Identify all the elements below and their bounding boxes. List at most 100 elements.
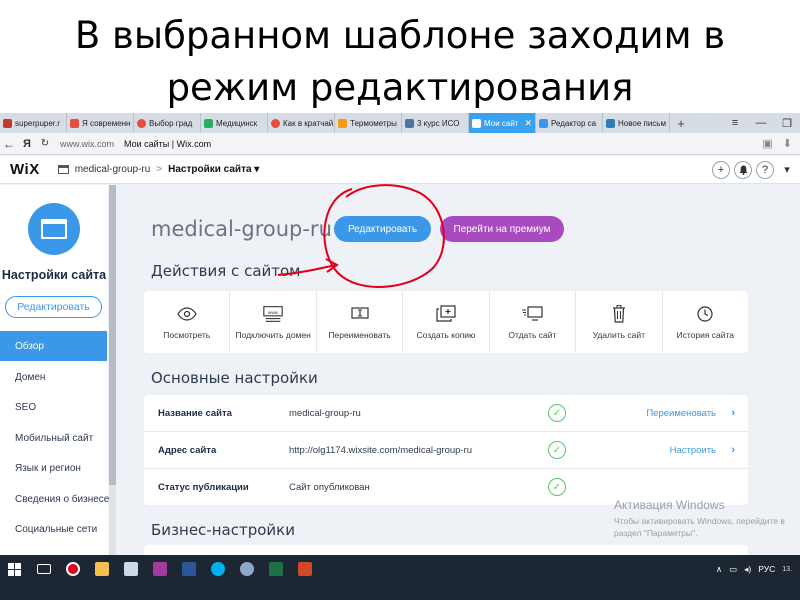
yandex-logo[interactable]: Я (18, 138, 36, 150)
action-connect-domain[interactable]: www Подключить домен (230, 291, 317, 353)
tab-favicon-icon (70, 118, 79, 128)
network-icon[interactable]: ▭ (729, 564, 737, 575)
slide-title-line1: В выбранном шаблоне заходим в (74, 14, 726, 57)
browser-tab-active[interactable]: Мои сайт ✕ (469, 113, 536, 133)
file-explorer-icon[interactable] (87, 555, 116, 583)
tab-favicon-icon (204, 118, 213, 128)
add-button[interactable]: + (712, 160, 730, 179)
address-bar: ← Я ↻ www.wix.com Мои сайты | Wix.com ▣ … (0, 133, 800, 155)
main-settings-panel: Название сайта medical-group-ru ✓ Переим… (144, 395, 748, 505)
rename-icon (349, 304, 371, 324)
sidebar-item-overview[interactable]: Обзор (0, 331, 107, 361)
business-settings-title: Бизнес-настройки (151, 521, 295, 539)
action-rename[interactable]: Переименовать (317, 291, 404, 353)
chevron-right-icon[interactable]: › (731, 407, 735, 419)
sidebar-item-business-info[interactable]: Сведения о бизнесе (0, 484, 109, 514)
skype-icon[interactable] (203, 555, 232, 583)
sidebar-item-mobile[interactable]: Мобильный сайт (0, 423, 107, 453)
start-button[interactable] (0, 555, 29, 583)
minimize-icon[interactable]: — (748, 117, 774, 129)
browser-window-icon (41, 219, 67, 239)
settings-row-site-name: Название сайта medical-group-ru ✓ Переим… (144, 395, 748, 432)
breadcrumb-site-settings[interactable]: Настройки сайта ▾ (168, 164, 259, 175)
scrollbar-thumb[interactable] (109, 185, 116, 485)
browser-tab[interactable]: Редактор са (536, 113, 603, 133)
action-view[interactable]: Посмотреть (144, 291, 231, 353)
tab-favicon-icon (137, 118, 146, 128)
menu-icon[interactable]: ≡ (722, 117, 748, 129)
sidebar-item-language[interactable]: Язык и регион (0, 453, 107, 483)
action-delete[interactable]: Удалить сайт (576, 291, 663, 353)
notifications-button[interactable] (734, 160, 752, 179)
site-name-value: medical-group-ru (289, 407, 361, 419)
new-tab-button[interactable]: + (670, 113, 692, 133)
action-transfer[interactable]: Отдать сайт (490, 291, 577, 353)
tab-favicon-icon (472, 118, 481, 128)
powerpoint-icon[interactable] (290, 555, 319, 583)
clock[interactable]: 13. (782, 566, 792, 573)
check-circle-icon: ✓ (548, 404, 566, 422)
edit-site-button[interactable]: Редактировать (334, 216, 431, 242)
check-circle-icon: ✓ (548, 441, 566, 459)
url-field[interactable]: www.wix.com (60, 139, 114, 149)
browser-tab-strip: superpuper.r Я современн Выбор град Меди… (0, 113, 800, 133)
volume-icon[interactable]: ◂) (744, 564, 751, 575)
browser-tab[interactable]: Термометры (335, 113, 402, 133)
wix-logo[interactable]: WiX (10, 161, 40, 178)
slide-title: В выбранном шаблоне заходим в режим реда… (0, 10, 800, 114)
back-button[interactable]: ← (0, 137, 18, 151)
actions-section-title: Действия с сайтом (151, 262, 301, 280)
tray-arrow-icon[interactable]: ∧ (716, 564, 722, 575)
browser-tab[interactable]: Новое письм (603, 113, 670, 133)
browser-tab[interactable]: Медицинск (201, 113, 268, 133)
sidebar-title: Настройки сайта (1, 268, 107, 282)
check-circle-icon: ✓ (548, 478, 566, 496)
account-menu-button[interactable]: ▾ (778, 161, 796, 179)
language-indicator[interactable]: РУС (758, 564, 775, 574)
configure-link[interactable]: Настроить (670, 445, 716, 456)
chevron-right-icon[interactable]: › (731, 444, 735, 456)
excel-icon[interactable] (261, 555, 290, 583)
action-history[interactable]: История сайта (663, 291, 748, 353)
bookmark-icon[interactable]: ▣ (762, 137, 772, 150)
browser-tab[interactable]: Выбор град (134, 113, 201, 133)
site-icon (57, 165, 69, 174)
rename-link[interactable]: Переименовать (646, 408, 716, 419)
action-duplicate[interactable]: Создать копию (403, 291, 490, 353)
notepad-icon[interactable] (116, 555, 145, 583)
maximize-icon[interactable]: ❐ (774, 117, 800, 130)
sidebar-edit-button[interactable]: Редактировать (5, 296, 102, 318)
site-actions-panel: Посмотреть www Подключить домен Переимен… (144, 291, 748, 353)
browser-tab[interactable]: Как в кратчай (268, 113, 335, 133)
sidebar-item-domain[interactable]: Домен (0, 362, 107, 392)
bell-icon (739, 165, 747, 175)
tab-favicon-icon (405, 118, 414, 128)
trash-icon (608, 304, 630, 324)
tab-close-icon[interactable]: ✕ (524, 118, 532, 129)
page-title: Мои сайты | Wix.com (124, 138, 212, 149)
reload-icon[interactable]: ↻ (36, 138, 54, 149)
settings-row-site-address: Адрес сайта http://olg1174.wixsite.com/m… (144, 432, 748, 469)
download-icon[interactable]: ⬇ (783, 137, 792, 150)
help-button[interactable]: ? (756, 160, 774, 179)
winrar-icon[interactable] (145, 555, 174, 583)
sidebar-item-seo[interactable]: SEO (0, 392, 107, 422)
windows-taskbar: ∧ ▭ ◂) РУС 13. (0, 555, 800, 600)
upgrade-premium-button[interactable]: Перейти на премиум (440, 216, 564, 242)
tab-favicon-icon (539, 118, 548, 128)
site-selector[interactable]: medical-group-ru (75, 164, 151, 175)
settings-sidebar: Настройки сайта Редактировать Обзор Доме… (0, 185, 109, 555)
slide-title-line2: режим редактирования (166, 66, 634, 109)
browser-tab[interactable]: 3 курс ИСО (402, 113, 469, 133)
task-view-icon[interactable] (29, 555, 58, 583)
paint-icon[interactable] (232, 555, 261, 583)
tab-favicon-icon (271, 118, 280, 128)
yandex-browser-icon[interactable] (58, 555, 87, 583)
browser-tab[interactable]: superpuper.r (0, 113, 67, 133)
breadcrumb-separator: > (156, 164, 163, 175)
word-icon[interactable] (174, 555, 203, 583)
browser-tab[interactable]: Я современн (67, 113, 134, 133)
sidebar-scrollbar[interactable] (109, 185, 116, 555)
sidebar-item-social[interactable]: Социальные сети (0, 514, 107, 544)
tab-favicon-icon (3, 118, 12, 128)
